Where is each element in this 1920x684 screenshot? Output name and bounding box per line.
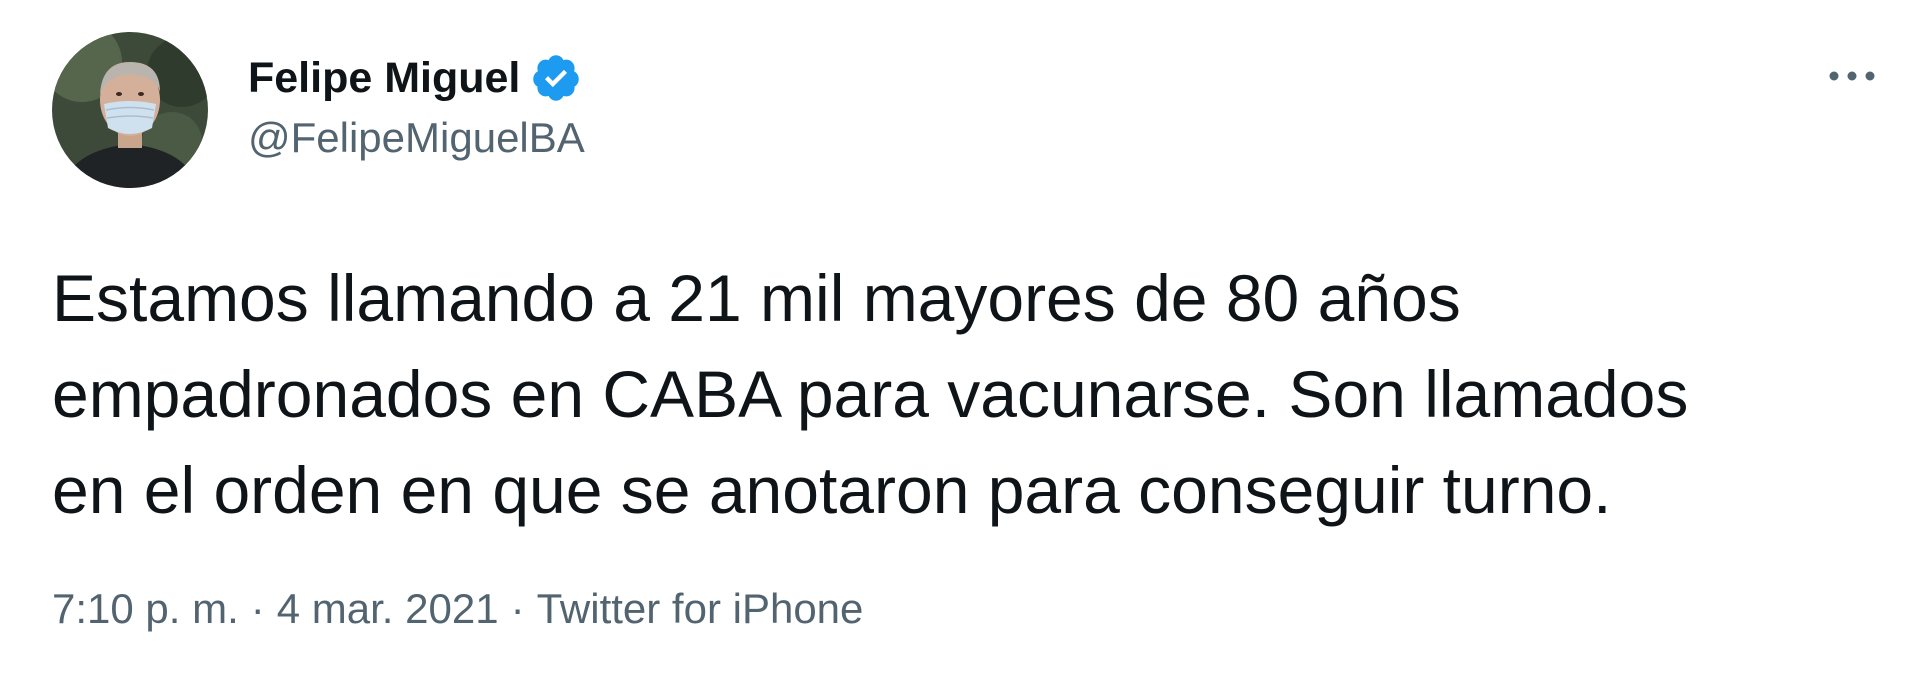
user-name-row: Felipe Miguel	[248, 50, 582, 106]
verified-badge-icon	[530, 52, 582, 104]
meta-separator: ·	[250, 585, 265, 632]
tweet-text-line: Estamos llamando a 21 mil mayores de 80 …	[52, 261, 1461, 335]
tweet-text: Estamos llamando a 21 mil mayores de 80 …	[52, 250, 1872, 538]
tweet-card: Felipe Miguel @FelipeMiguelBA Estamos ll…	[0, 0, 1920, 684]
meta-separator: ·	[510, 585, 525, 632]
user-handle[interactable]: @FelipeMiguelBA	[248, 114, 585, 162]
display-name[interactable]: Felipe Miguel	[248, 54, 520, 103]
tweet-date[interactable]: 4 mar. 2021	[277, 585, 499, 633]
tweet-time[interactable]: 7:10 p. m.	[52, 585, 239, 633]
more-horizontal-icon	[1829, 71, 1875, 81]
tweet-text-line: empadronados en CABA para vacunarse. Son…	[52, 357, 1689, 431]
tweet-metadata: 7:10 p. m. · 4 mar. 2021 · Twitter for i…	[52, 585, 863, 633]
tweet-text-line: en el orden en que se anotaron para cons…	[52, 453, 1612, 527]
more-options-button[interactable]	[1822, 56, 1882, 96]
avatar[interactable]	[52, 32, 208, 188]
tweet-source[interactable]: Twitter for iPhone	[537, 585, 864, 633]
